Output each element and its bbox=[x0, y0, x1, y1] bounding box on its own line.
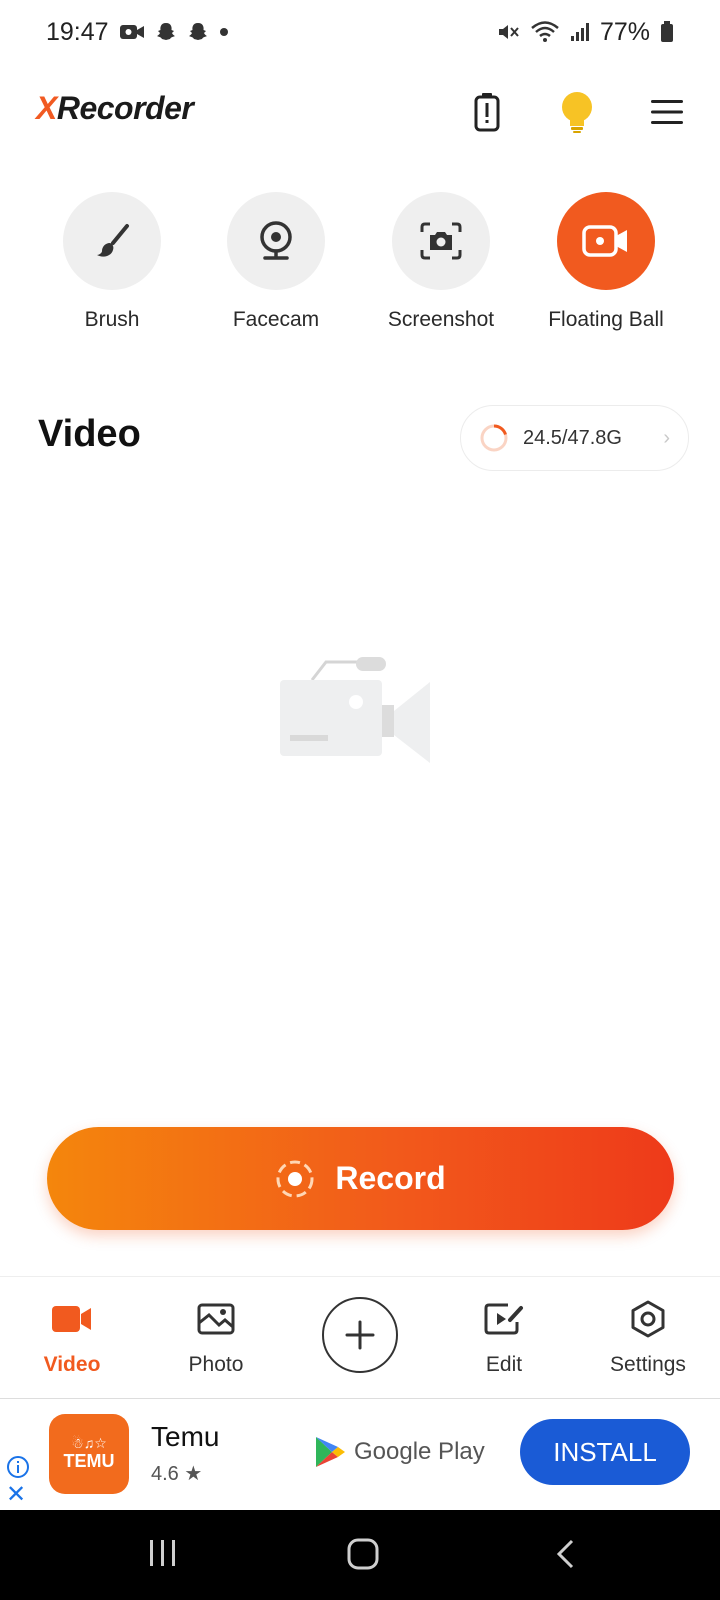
app-logo: XRecorder bbox=[36, 90, 194, 126]
record-button[interactable]: Record bbox=[47, 1127, 674, 1230]
storage-text: 24.5/47.8G bbox=[523, 426, 622, 449]
ad-app-icon-text: TEMU bbox=[63, 1450, 115, 1471]
status-left: 19:47 bbox=[46, 18, 229, 47]
star-icon: ★ bbox=[184, 1463, 203, 1485]
video-camera-icon[interactable] bbox=[557, 192, 655, 290]
storage-indicator[interactable]: 24.5/47.8G › bbox=[460, 405, 689, 471]
ad-app-name: Temu bbox=[151, 1421, 220, 1452]
webcam-icon[interactable] bbox=[227, 192, 325, 290]
app-header: XRecorder bbox=[0, 80, 720, 144]
add-icon[interactable] bbox=[322, 1297, 398, 1373]
info-icon[interactable] bbox=[6, 1455, 30, 1484]
back-icon[interactable] bbox=[553, 1538, 577, 1575]
tool-label: Facecam bbox=[232, 308, 320, 331]
tool-screenshot[interactable]: Screenshot bbox=[361, 192, 521, 332]
tool-floating-ball[interactable]: Floating Ball bbox=[526, 192, 686, 332]
nav-label: Edit bbox=[485, 1353, 523, 1376]
video-icon bbox=[12, 1299, 132, 1339]
nav-label: Video bbox=[43, 1353, 101, 1376]
battery-alert-icon[interactable] bbox=[463, 88, 511, 136]
battery-icon bbox=[660, 21, 674, 43]
tools-row: Brush Facecam Screenshot Floating Ball bbox=[0, 192, 720, 342]
system-nav-bar bbox=[0, 1510, 720, 1600]
photo-icon bbox=[156, 1299, 276, 1339]
nav-video[interactable]: Video bbox=[12, 1299, 132, 1377]
nav-photo[interactable]: Photo bbox=[156, 1299, 276, 1377]
ad-app-icon[interactable]: ☃♫☆ TEMU bbox=[49, 1414, 129, 1494]
record-label: Record bbox=[335, 1160, 446, 1196]
camera-icon[interactable] bbox=[392, 192, 490, 290]
close-icon[interactable]: ✕ bbox=[6, 1483, 26, 1507]
ad-banner[interactable]: ✕ ☃♫☆ TEMU Temu 4.6 ★ Google Play INSTAL… bbox=[0, 1398, 720, 1510]
storage-ring-icon bbox=[480, 424, 508, 452]
empty-video-icon bbox=[280, 645, 440, 765]
signal-icon bbox=[570, 22, 590, 42]
status-bar: 19:47 77% bbox=[0, 0, 720, 64]
record-icon bbox=[276, 1160, 314, 1197]
recent-apps-icon[interactable] bbox=[147, 1538, 179, 1573]
tool-label: Floating Ball bbox=[548, 308, 664, 331]
lightbulb-icon[interactable] bbox=[553, 88, 601, 136]
install-button[interactable]: INSTALL bbox=[520, 1419, 690, 1485]
tool-facecam[interactable]: Facecam bbox=[196, 192, 356, 332]
status-time: 19:47 bbox=[46, 17, 109, 46]
tool-label: Brush bbox=[84, 308, 140, 331]
nav-label: Settings bbox=[610, 1353, 686, 1376]
brush-icon[interactable] bbox=[63, 192, 161, 290]
snapchat-icon bbox=[187, 21, 209, 43]
menu-icon[interactable] bbox=[643, 88, 691, 136]
google-play-icon bbox=[316, 1437, 345, 1467]
wifi-icon bbox=[530, 20, 560, 44]
nav-label: Photo bbox=[188, 1353, 244, 1376]
video-call-icon bbox=[119, 23, 145, 41]
store-name: Google Play bbox=[354, 1438, 485, 1465]
battery-percent: 77% bbox=[599, 17, 650, 46]
bottom-nav: Video Photo Edit Settings bbox=[0, 1276, 720, 1398]
mute-icon bbox=[496, 21, 520, 43]
chevron-right-icon: › bbox=[663, 426, 670, 449]
tool-label: Screenshot bbox=[387, 308, 495, 331]
snapchat-icon bbox=[155, 21, 177, 43]
edit-icon bbox=[444, 1299, 564, 1339]
tool-brush[interactable]: Brush bbox=[32, 192, 192, 332]
ad-app-icon-glyphs: ☃♫☆ bbox=[71, 1435, 107, 1452]
settings-icon bbox=[588, 1299, 708, 1339]
nav-settings[interactable]: Settings bbox=[588, 1299, 708, 1377]
dot-icon bbox=[219, 27, 229, 37]
nav-edit[interactable]: Edit bbox=[444, 1299, 564, 1377]
status-right: 77% bbox=[496, 18, 674, 47]
google-play-badge[interactable]: Google Play bbox=[314, 1435, 485, 1469]
home-icon[interactable] bbox=[347, 1538, 379, 1575]
section-title: Video bbox=[38, 413, 141, 455]
ad-rating: 4.6 ★ bbox=[151, 1463, 203, 1485]
